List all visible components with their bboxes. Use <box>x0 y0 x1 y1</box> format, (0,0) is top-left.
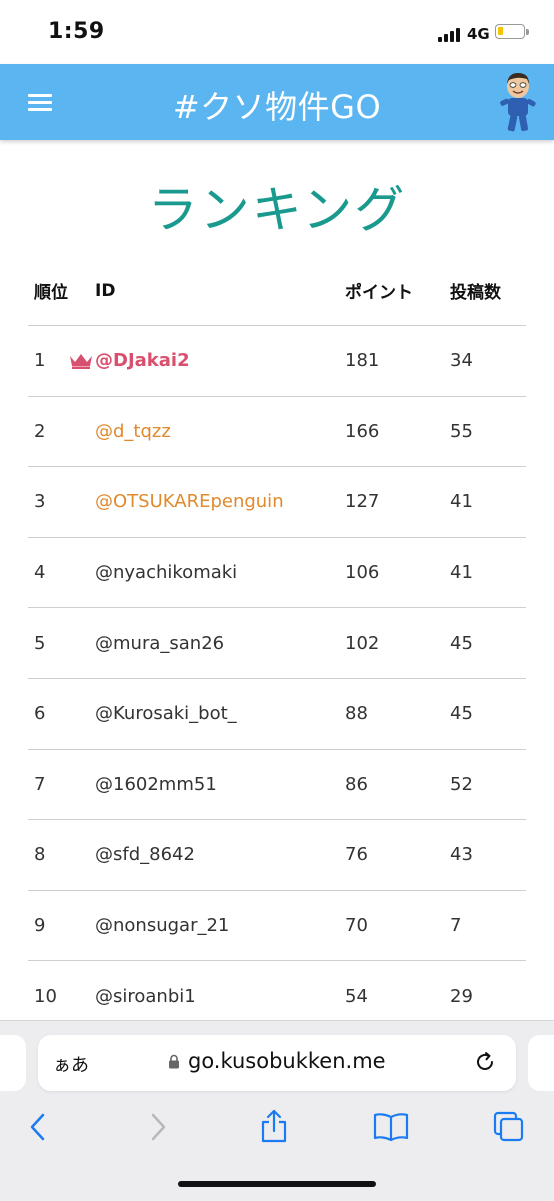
points-cell: 127 <box>345 491 380 513</box>
rank-cell: 8 <box>34 844 46 866</box>
posts-cell: 45 <box>450 632 473 654</box>
rank-cell: 7 <box>34 773 46 795</box>
reload-icon[interactable] <box>473 1050 497 1074</box>
header-rank: 順位 <box>34 283 68 303</box>
points-cell: 181 <box>345 350 380 372</box>
url-display[interactable]: go.kusobukken.me <box>168 1049 386 1073</box>
ranking-table: 順位 ID ポイント 投稿数 1 @DJakai2 181 34 2 @d_tq… <box>28 256 526 1032</box>
rank-cell: 2 <box>34 420 46 442</box>
previous-tab-preview[interactable] <box>0 1035 26 1091</box>
rank-cell: 6 <box>34 703 46 725</box>
user-id-link[interactable]: @OTSUKAREpenguin <box>95 467 284 537</box>
table-row: 8 @sfd_8642 76 43 <box>28 820 526 891</box>
posts-cell: 7 <box>450 915 462 937</box>
user-id-link[interactable]: @DJakai2 <box>95 326 190 396</box>
network-type: 4G <box>467 25 490 43</box>
status-time: 1:59 <box>48 19 105 44</box>
table-row: 7 @1602mm51 86 52 <box>28 750 526 821</box>
app-title: #クソ物件GO <box>172 88 382 126</box>
browser-bar: ぁあ go.kusobukken.me <box>0 1020 554 1201</box>
posts-cell: 41 <box>450 562 473 584</box>
points-cell: 76 <box>345 844 368 866</box>
posts-cell: 52 <box>450 773 473 795</box>
app-header: #クソ物件GO <box>0 64 554 140</box>
signal-strength-icon <box>438 26 464 42</box>
table-row: 6 @Kurosaki_bot_ 88 45 <box>28 679 526 750</box>
table-row: 5 @mura_san26 102 45 <box>28 608 526 679</box>
table-row: 1 @DJakai2 181 34 <box>28 326 526 397</box>
table-header-row: 順位 ID ポイント 投稿数 <box>28 256 526 326</box>
user-avatar-icon[interactable] <box>496 70 540 134</box>
crown-icon <box>70 354 92 369</box>
points-cell: 166 <box>345 420 380 442</box>
points-cell: 88 <box>345 703 368 725</box>
user-id[interactable]: @sfd_8642 <box>95 820 195 890</box>
rank-cell: 1 <box>34 350 46 372</box>
user-id[interactable]: @nyachikomaki <box>95 538 237 608</box>
lock-icon <box>169 1054 179 1068</box>
rank-cell: 5 <box>34 632 46 654</box>
rank-cell: 4 <box>34 562 46 584</box>
points-cell: 86 <box>345 773 368 795</box>
battery-icon <box>495 24 525 39</box>
rank-cell: 9 <box>34 915 46 937</box>
posts-cell: 34 <box>450 350 473 372</box>
table-row: 2 @d_tqzz 166 55 <box>28 397 526 468</box>
posts-cell: 45 <box>450 703 473 725</box>
posts-cell: 55 <box>450 420 473 442</box>
header-points: ポイント <box>345 283 413 303</box>
browser-toolbar <box>0 1107 554 1147</box>
table-row: 9 @nonsugar_21 70 7 <box>28 891 526 962</box>
url-text: go.kusobukken.me <box>188 1049 386 1073</box>
user-id-link[interactable]: @d_tqzz <box>95 397 171 467</box>
page-settings-button[interactable]: ぁあ <box>53 1051 89 1077</box>
forward-icon[interactable] <box>148 1107 168 1147</box>
table-row: 3 @OTSUKAREpenguin 127 41 <box>28 467 526 538</box>
user-id[interactable]: @nonsugar_21 <box>95 891 229 961</box>
points-cell: 70 <box>345 915 368 937</box>
posts-cell: 41 <box>450 491 473 513</box>
page-title: ランキング <box>147 181 407 239</box>
posts-cell: 43 <box>450 844 473 866</box>
battery-cap <box>526 29 529 35</box>
bookmarks-icon[interactable] <box>372 1107 410 1147</box>
tabs-icon[interactable] <box>492 1107 526 1147</box>
next-tab-preview[interactable] <box>528 1035 554 1091</box>
home-indicator <box>178 1181 376 1187</box>
address-bar[interactable]: ぁあ go.kusobukken.me <box>38 1035 516 1091</box>
table-row: 4 @nyachikomaki 106 41 <box>28 538 526 609</box>
header-posts: 投稿数 <box>450 283 501 303</box>
points-cell: 106 <box>345 562 380 584</box>
header-id: ID <box>95 280 116 301</box>
points-cell: 102 <box>345 632 380 654</box>
user-id[interactable]: @Kurosaki_bot_ <box>95 679 237 749</box>
share-icon[interactable] <box>258 1107 290 1147</box>
back-icon[interactable] <box>28 1107 48 1147</box>
user-id[interactable]: @mura_san26 <box>95 608 224 678</box>
rank-cell: 3 <box>34 491 46 513</box>
status-bar: 1:59 4G <box>0 0 554 64</box>
user-id[interactable]: @1602mm51 <box>95 750 217 820</box>
